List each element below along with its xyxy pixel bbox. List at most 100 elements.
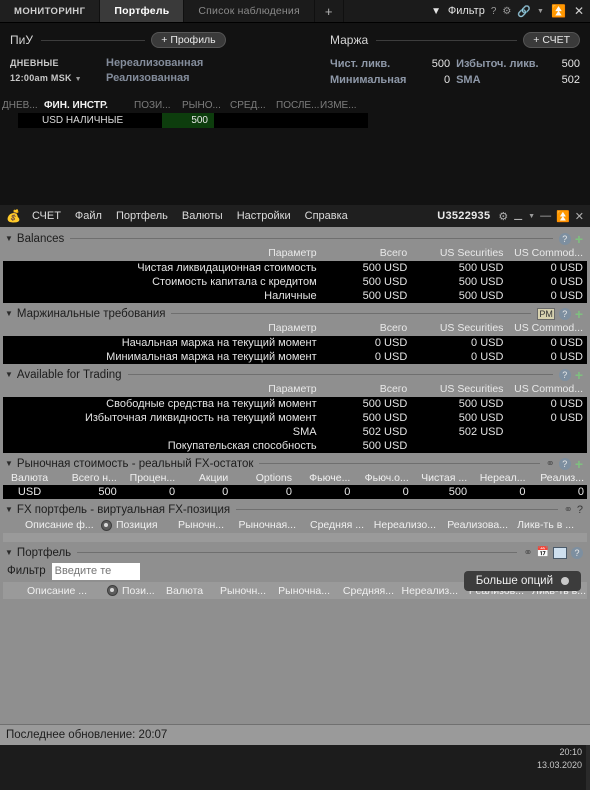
chevron-down-icon[interactable]: ▼ <box>537 8 544 15</box>
filter-icon[interactable]: ▼ <box>431 6 442 17</box>
tab-watchlist[interactable]: Список наблюдения <box>184 0 315 22</box>
col-unrealized[interactable]: Нереализо... <box>364 519 436 531</box>
col-net[interactable]: Чистая ... <box>412 471 470 485</box>
table-row[interactable]: Начальная маржа на текущий момент 0 USD … <box>3 336 587 350</box>
col-stocks[interactable]: Акции <box>178 471 231 485</box>
col-param[interactable]: Параметр <box>3 321 321 336</box>
col-average-price[interactable]: Средняя... <box>330 585 394 597</box>
col-average[interactable]: СРЕД... <box>230 100 276 111</box>
add-account-button[interactable]: + СЧЕТ <box>523 32 580 48</box>
col-market-price[interactable]: Рыночн... <box>162 519 224 531</box>
col-position[interactable]: Пози... <box>122 585 166 597</box>
col-options[interactable]: Options <box>231 471 295 485</box>
table-row[interactable]: Стоимость капитала с кредитом 500 USD 50… <box>3 275 587 289</box>
add-icon[interactable]: + <box>575 457 583 471</box>
gear-icon[interactable]: ⚙ <box>502 6 511 17</box>
table-row[interactable]: Минимальная маржа на текущий момент 0 US… <box>3 350 587 364</box>
col-instrument[interactable]: ФИН. ИНСТР. <box>44 100 134 111</box>
col-total-cash[interactable]: Всего н... <box>56 471 120 485</box>
col-us-commodities[interactable]: US Commod... <box>507 321 587 336</box>
collapse-caret-icon[interactable]: ▼ <box>5 505 13 514</box>
menu-portfolio[interactable]: Портфель <box>109 210 175 222</box>
col-unrealized[interactable]: Нереал... <box>470 471 528 485</box>
chevron-down-icon[interactable]: ▼ <box>528 213 535 220</box>
globe-icon[interactable]: ⚭ <box>564 503 573 516</box>
globe-icon[interactable]: ⚭ <box>546 457 555 470</box>
col-us-securities[interactable]: US Securities <box>411 321 508 336</box>
col-us-securities[interactable]: US Securities <box>411 246 508 261</box>
menu-account[interactable]: СЧЕТ <box>25 210 68 222</box>
filter-label[interactable]: Фильтр <box>448 5 485 17</box>
col-liquidity[interactable]: Ликв-ть в ... <box>508 519 574 531</box>
col-market[interactable]: РЫНО... <box>182 100 230 111</box>
col-change[interactable]: ИЗМЕ... <box>320 100 364 111</box>
help-icon[interactable]: ? <box>577 504 583 516</box>
calendar-icon[interactable]: 📅 <box>537 547 549 558</box>
pin-icon[interactable]: ⚊ <box>513 210 523 223</box>
collapse-caret-icon[interactable]: ▼ <box>5 309 13 318</box>
col-param[interactable]: Параметр <box>3 382 321 397</box>
help-icon[interactable]: ? <box>571 546 583 559</box>
col-description[interactable]: Описание ... <box>27 585 103 597</box>
radio-icon[interactable] <box>107 585 118 596</box>
minimize-icon[interactable]: — <box>540 210 551 222</box>
collapse-caret-icon[interactable]: ▼ <box>5 370 13 379</box>
link-icon[interactable]: 🔗 <box>517 5 531 18</box>
menu-settings[interactable]: Настройки <box>230 210 298 222</box>
pnl-time-dropdown[interactable]: 12:00am MSK ▼ <box>10 71 106 87</box>
col-market-price[interactable]: Рыночн... <box>210 585 266 597</box>
col-currency[interactable]: Валюта <box>166 585 210 597</box>
col-position[interactable]: ПОЗИ... <box>134 100 182 111</box>
collapse-caret-icon[interactable]: ▼ <box>5 459 13 468</box>
table-row[interactable]: Покупательская способность 500 USD <box>3 439 587 453</box>
help-icon[interactable]: ? <box>491 6 497 17</box>
scrollbar[interactable] <box>586 745 590 790</box>
help-icon[interactable]: ? <box>558 232 571 245</box>
close-icon[interactable]: ✕ <box>573 4 585 18</box>
col-daily[interactable]: ДНЕВ... <box>2 100 44 111</box>
help-icon[interactable]: ? <box>558 307 571 320</box>
col-last[interactable]: ПОСЛЕ... <box>276 100 320 111</box>
more-options-button[interactable]: Больше опций <box>463 571 581 591</box>
table-row[interactable]: USD 500 0 0 0 0 0 500 0 0 <box>3 485 587 499</box>
tab-monitoring[interactable]: МОНИТОРИНГ <box>0 0 101 22</box>
col-us-commodities[interactable]: US Commod... <box>507 382 587 397</box>
table-row[interactable]: Наличные 500 USD 500 USD 0 USD <box>3 289 587 303</box>
col-futures-options[interactable]: Фьюч.о... <box>353 471 411 485</box>
collapse-caret-icon[interactable]: ▼ <box>5 548 13 557</box>
tab-add-button[interactable]: + <box>314 0 344 22</box>
table-row[interactable]: Свободные средства на текущий момент 500… <box>3 397 587 411</box>
add-icon[interactable]: + <box>575 307 583 321</box>
col-interest[interactable]: Процен... <box>120 471 178 485</box>
table-row[interactable]: SMA 502 USD 502 USD <box>3 425 587 439</box>
menu-file[interactable]: Файл <box>68 210 109 222</box>
gear-icon[interactable]: ⚙ <box>498 210 508 223</box>
col-realized[interactable]: Реализова... <box>436 519 508 531</box>
help-icon[interactable]: ? <box>558 368 571 381</box>
col-total[interactable]: Всего <box>320 246 412 261</box>
col-total[interactable]: Всего <box>320 382 412 397</box>
menu-help[interactable]: Справка <box>298 210 355 222</box>
col-unrealized[interactable]: Нереализ... <box>394 585 459 597</box>
collapse-caret-icon[interactable]: ▼ <box>5 234 13 243</box>
radio-icon[interactable] <box>101 519 112 531</box>
maximize-icon[interactable]: ⏫ <box>556 210 570 223</box>
globe-icon[interactable]: ⚭ <box>523 546 532 559</box>
pnl-period[interactable]: ДНЕВНЫЕ <box>10 56 106 71</box>
add-icon[interactable]: + <box>575 368 583 382</box>
col-realized[interactable]: Реализ... <box>529 471 587 485</box>
menu-currencies[interactable]: Валюты <box>175 210 230 222</box>
table-row[interactable]: USD НАЛИЧНЫЕ 500 <box>18 113 368 128</box>
table-row[interactable]: Избыточная ликвидность на текущий момент… <box>3 411 587 425</box>
col-market-value[interactable]: Рыночная... <box>224 519 296 531</box>
col-futures[interactable]: Фьюче... <box>295 471 353 485</box>
help-icon[interactable]: ? <box>558 457 571 470</box>
portfolio-filter-input[interactable] <box>51 562 140 580</box>
window-icon[interactable] <box>553 546 567 559</box>
table-row[interactable]: Чистая ликвидационная стоимость 500 USD … <box>3 261 587 275</box>
col-param[interactable]: Параметр <box>3 246 321 261</box>
col-market-value[interactable]: Рыночна... <box>266 585 330 597</box>
col-description[interactable]: Описание ф... <box>25 519 97 531</box>
tab-portfolio[interactable]: Портфель <box>100 0 185 22</box>
col-us-commodities[interactable]: US Commod... <box>507 246 587 261</box>
